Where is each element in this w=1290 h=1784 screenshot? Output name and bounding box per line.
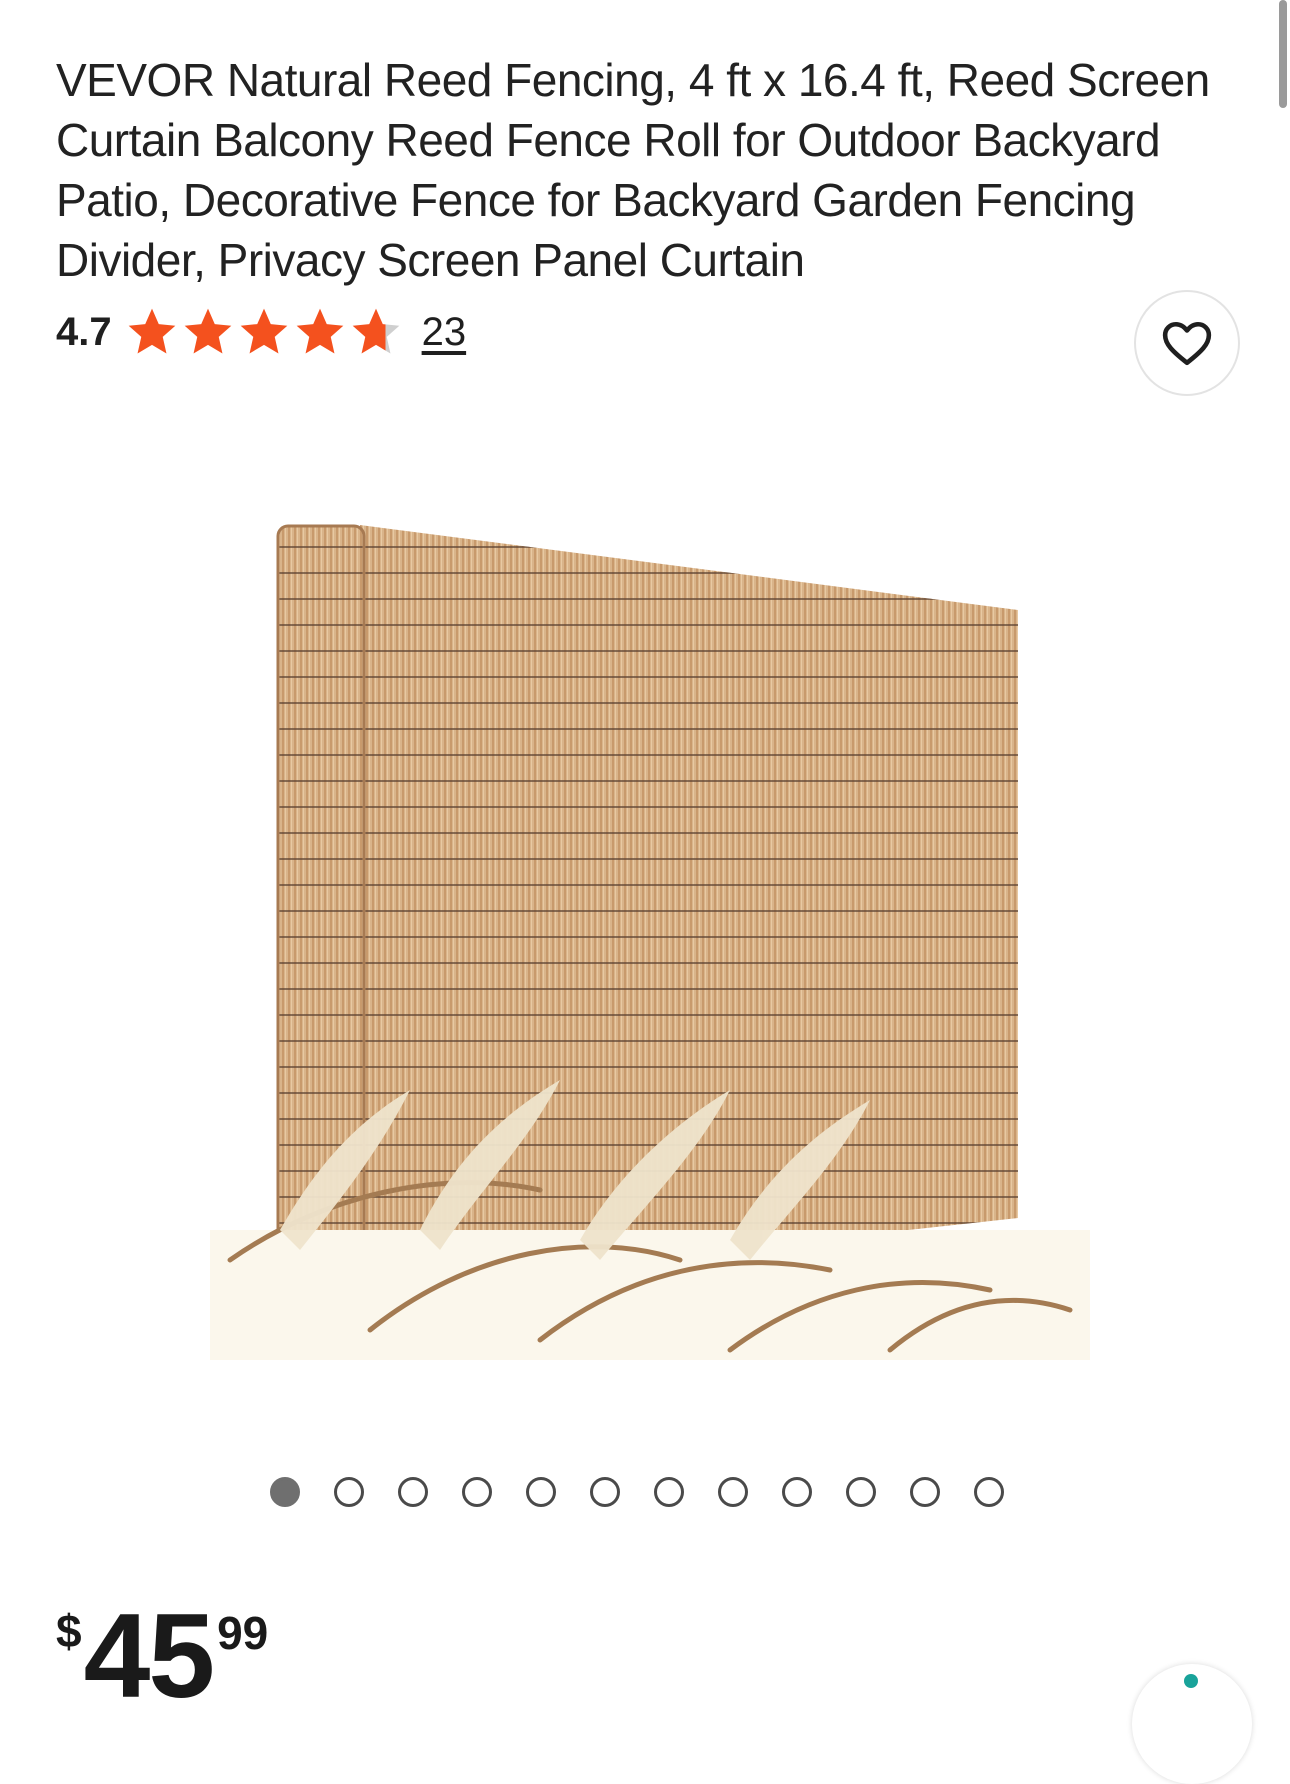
chat-button[interactable] — [1132, 1664, 1252, 1784]
price-dollars: 45 — [83, 1589, 215, 1723]
gallery-dot[interactable] — [398, 1477, 428, 1507]
heart-outline-icon — [1162, 321, 1212, 366]
gallery-dot[interactable] — [782, 1477, 812, 1507]
price: $ 45 99 — [56, 1596, 268, 1716]
chat-icon — [1184, 1674, 1198, 1688]
favorite-button[interactable] — [1134, 290, 1240, 396]
star-icon — [240, 308, 287, 354]
star-icon — [352, 308, 399, 354]
product-image[interactable] — [210, 470, 1090, 1360]
gallery-dot[interactable] — [974, 1477, 1004, 1507]
gallery-dot[interactable] — [910, 1477, 940, 1507]
product-title: VEVOR Natural Reed Fencing, 4 ft x 16.4 … — [56, 54, 1210, 286]
rating-stars — [124, 304, 404, 360]
star-icon — [296, 308, 343, 354]
review-count-link[interactable]: 23 — [422, 310, 467, 355]
star-icon — [128, 308, 175, 354]
gallery-dot[interactable] — [654, 1477, 684, 1507]
price-currency: $ — [56, 1605, 82, 1657]
price-cents: 99 — [217, 1607, 269, 1659]
gallery-dot[interactable] — [718, 1477, 748, 1507]
star-icon — [184, 308, 231, 354]
gallery-dot[interactable] — [526, 1477, 556, 1507]
gallery-dots — [270, 1477, 1004, 1507]
gallery-dot[interactable] — [846, 1477, 876, 1507]
reed-fence-roll-image — [210, 524, 1090, 1360]
page-scrollbar[interactable] — [1279, 0, 1287, 108]
rating-value: 4.7 — [56, 309, 112, 354]
gallery-dot[interactable] — [462, 1477, 492, 1507]
gallery-dot[interactable] — [590, 1477, 620, 1507]
gallery-dot[interactable] — [270, 1477, 300, 1507]
gallery-dot[interactable] — [334, 1477, 364, 1507]
rating-row: 4.7 23 — [56, 304, 466, 360]
